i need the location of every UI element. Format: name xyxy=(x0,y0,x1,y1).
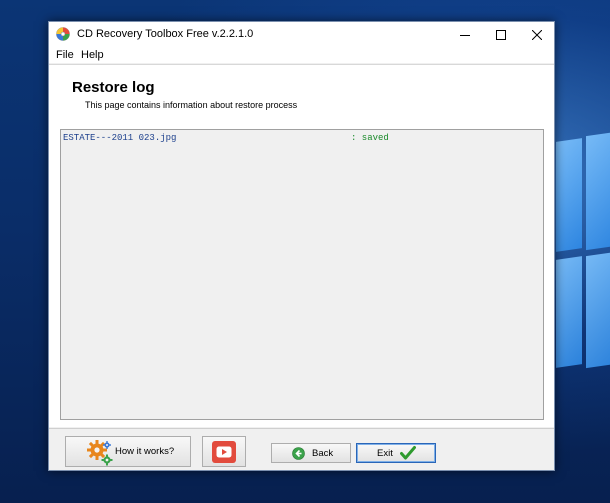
maximize-button[interactable] xyxy=(483,22,519,47)
how-it-works-button[interactable]: How it works? xyxy=(65,436,191,467)
wizard-page: Restore log This page contains informati… xyxy=(49,64,554,427)
minimize-icon xyxy=(460,34,470,36)
minimize-button[interactable] xyxy=(447,22,483,47)
window-title: CD Recovery Toolbox Free v.2.2.1.0 xyxy=(77,28,254,40)
menu-bar: File Help xyxy=(49,47,554,63)
restore-log-list[interactable]: ESTATE---2011 023.jpg : saved xyxy=(60,129,544,420)
page-header: Restore log This page contains informati… xyxy=(50,65,552,122)
app-icon xyxy=(56,27,70,41)
log-file-name: ESTATE---2011 023.jpg xyxy=(63,133,177,143)
back-label: Back xyxy=(312,448,334,459)
footer-bar: How it works? Back Exit xyxy=(49,428,554,470)
page-title: Restore log xyxy=(72,79,155,96)
close-icon xyxy=(532,29,542,40)
menu-file[interactable]: File xyxy=(56,49,74,61)
gears-icon xyxy=(86,438,114,466)
back-button[interactable]: Back xyxy=(271,443,351,463)
maximize-icon xyxy=(496,29,506,40)
windows-logo xyxy=(556,131,610,380)
app-window: CD Recovery Toolbox Free v.2.2.1.0 File … xyxy=(48,21,555,471)
exit-button[interactable]: Exit xyxy=(356,443,436,463)
youtube-icon xyxy=(212,440,236,463)
checkmark-icon xyxy=(400,445,416,461)
how-it-works-label: How it works? xyxy=(115,446,175,457)
log-status: : saved xyxy=(351,133,389,143)
exit-label: Exit xyxy=(377,448,393,459)
title-bar[interactable]: CD Recovery Toolbox Free v.2.2.1.0 xyxy=(49,22,554,47)
page-subtitle: This page contains information about res… xyxy=(85,100,298,110)
log-row[interactable]: ESTATE---2011 023.jpg : saved xyxy=(63,133,539,145)
back-arrow-icon xyxy=(292,447,305,460)
youtube-button[interactable] xyxy=(202,436,246,467)
close-button[interactable] xyxy=(519,22,555,47)
menu-help[interactable]: Help xyxy=(81,49,104,61)
